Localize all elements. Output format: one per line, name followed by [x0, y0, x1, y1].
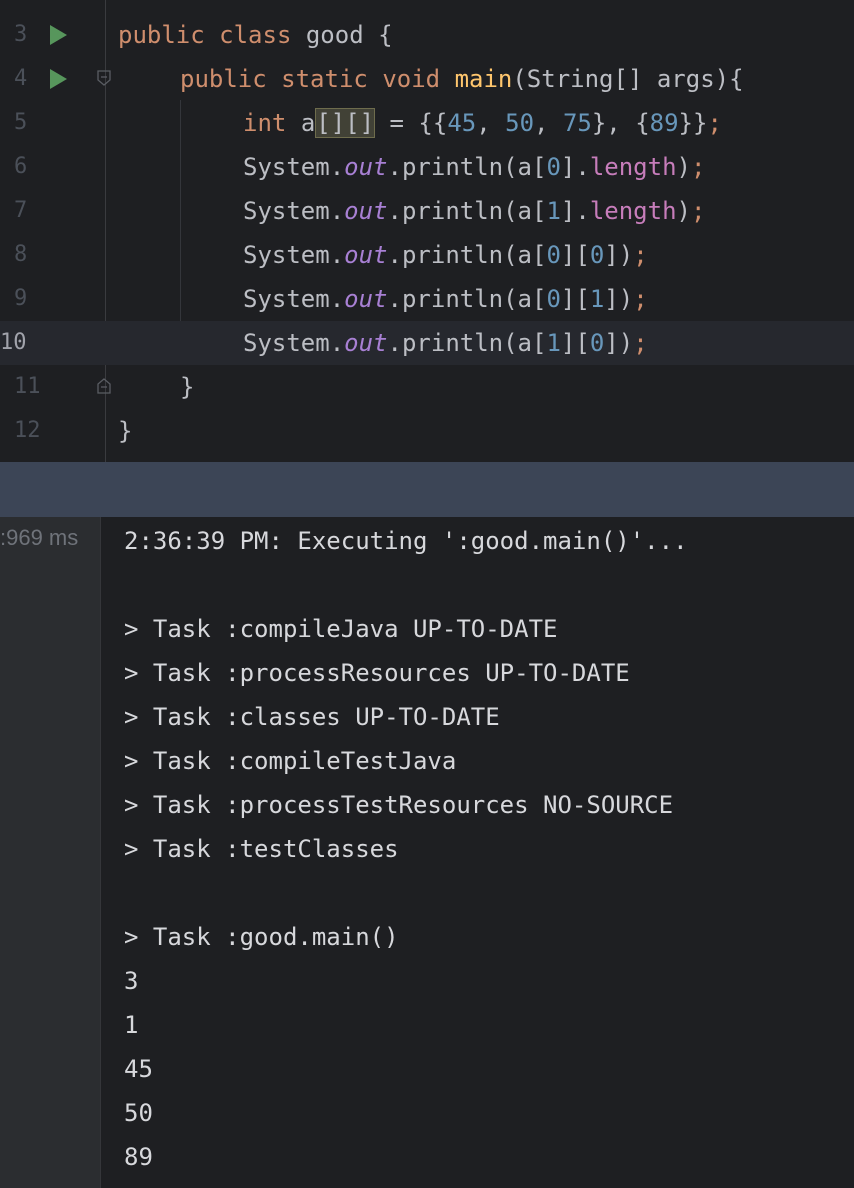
code-text: public class good { — [118, 21, 393, 49]
code-text: System.out.println(a[0].length); — [243, 153, 706, 181]
code-text: int a[][] = {{45, 50, 75}, {89}}; — [243, 108, 722, 138]
code-text: System.out.println(a[1].length); — [243, 197, 706, 225]
run-gutter-icon[interactable] — [50, 25, 67, 45]
code-text: } — [118, 417, 133, 445]
line-number: 10 — [0, 330, 27, 355]
code-text: System.out.println(a[0][1]); — [243, 285, 648, 313]
fold-icon[interactable] — [97, 70, 111, 86]
console-line: > Task :classes UP-TO-DATE — [124, 703, 500, 731]
line-number: 8 — [14, 242, 28, 267]
line-number: 12 — [14, 418, 41, 443]
line-number: 3 — [14, 22, 28, 47]
console-line: > Task :good.main() — [124, 923, 399, 951]
fold-icon[interactable] — [97, 378, 111, 394]
line-number: 6 — [14, 154, 28, 179]
console-line: > Task :compileJava UP-TO-DATE — [124, 615, 558, 643]
console-line: 2:36:39 PM: Executing ':good.main()'... — [124, 527, 688, 555]
code-line[interactable]: 11 } — [0, 365, 854, 409]
code-line[interactable]: 8 System.out.println(a[0][0]); — [0, 233, 854, 277]
console-line: > Task :compileTestJava — [124, 747, 457, 775]
code-text: System.out.println(a[0][0]); — [243, 241, 648, 269]
code-text: System.out.println(a[1][0]); — [243, 329, 648, 357]
code-line[interactable]: 5 int a[][] = {{45, 50, 75}, {89}}; — [0, 101, 854, 145]
console-output: 89 — [124, 1143, 153, 1171]
code-line[interactable]: 4 public static void main(String[] args)… — [0, 57, 854, 101]
tool-window-header[interactable] — [0, 462, 854, 517]
console-line: > Task :processResources UP-TO-DATE — [124, 659, 630, 687]
code-line[interactable]: 6 System.out.println(a[0].length); — [0, 145, 854, 189]
code-line[interactable]: 7 System.out.println(a[1].length); — [0, 189, 854, 233]
code-editor[interactable]: 3 public class good { 4 public static vo… — [0, 0, 854, 462]
line-number: 5 — [14, 110, 28, 135]
line-number: 7 — [14, 198, 28, 223]
console-output: 3 — [124, 967, 139, 995]
run-gutter-icon[interactable] — [50, 69, 67, 89]
execution-duration: :969 ms — [0, 525, 79, 550]
line-number: 4 — [14, 66, 28, 91]
console-output: 45 — [124, 1055, 153, 1083]
code-line-current[interactable]: 10 System.out.println(a[1][0]); — [0, 321, 854, 365]
code-text: } — [180, 373, 195, 401]
code-line[interactable]: 12 } — [0, 409, 854, 453]
console-line: > Task :testClasses — [124, 835, 399, 863]
run-console[interactable]: :969 ms 2:36:39 PM: Executing ':good.mai… — [0, 517, 854, 1188]
console-gutter: :969 ms — [0, 517, 101, 1188]
line-number: 11 — [14, 374, 41, 399]
console-output: 1 — [124, 1011, 139, 1039]
code-line[interactable]: 9 System.out.println(a[0][1]); — [0, 277, 854, 321]
code-line[interactable]: 3 public class good { — [0, 13, 854, 57]
console-output: 50 — [124, 1099, 153, 1127]
line-number: 9 — [14, 286, 28, 311]
console-line: > Task :processTestResources NO-SOURCE — [124, 791, 674, 819]
code-text: public static void main(String[] args){ — [180, 65, 744, 93]
